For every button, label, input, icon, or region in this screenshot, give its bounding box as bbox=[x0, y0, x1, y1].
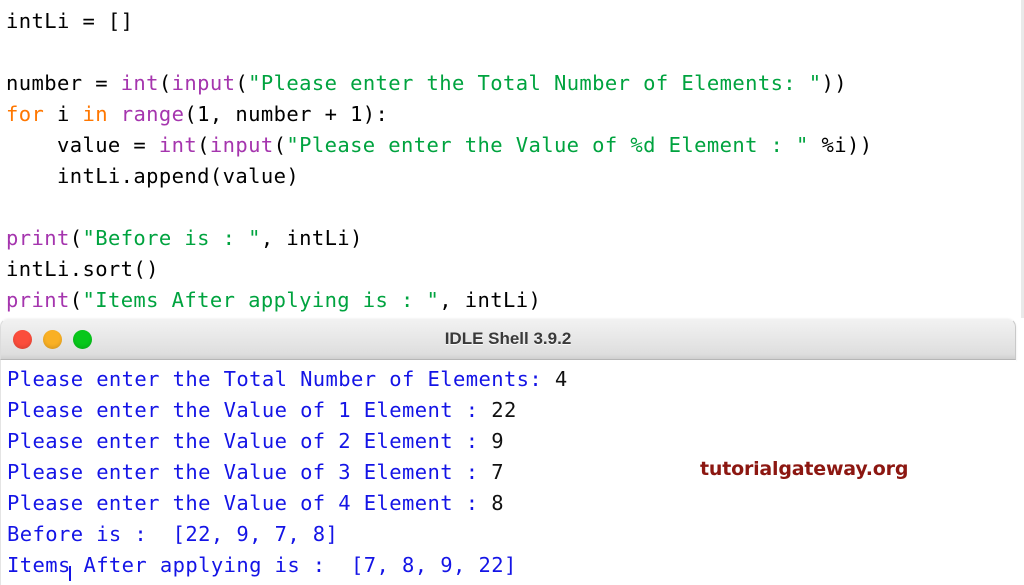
code-token bbox=[108, 102, 121, 126]
screenshot-root: intLi = []number = int(input("Please ent… bbox=[0, 0, 1024, 585]
code-token: intLi = [] bbox=[6, 9, 133, 33]
shell-line: Please enter the Total Number of Element… bbox=[7, 366, 568, 392]
code-token: input bbox=[172, 71, 236, 95]
code-token: "Items After applying is : " bbox=[82, 288, 439, 312]
shell-user-input: 8 bbox=[491, 491, 504, 515]
code-token: ( bbox=[274, 133, 287, 157]
code-token: print bbox=[6, 226, 70, 250]
code-token: ( bbox=[235, 71, 248, 95]
code-token: i bbox=[44, 102, 82, 126]
shell-user-input: 9 bbox=[491, 429, 504, 453]
shell-prompt-text: Please enter the Value of 4 Element : bbox=[7, 491, 491, 515]
shell-prompt-text: Before is : [22, 9, 7, 8] bbox=[7, 522, 338, 546]
code-token: (1, number + 1): bbox=[184, 102, 388, 126]
code-token: intLi.append(value) bbox=[6, 164, 299, 188]
code-token: input bbox=[210, 133, 274, 157]
code-token: print bbox=[6, 288, 70, 312]
code-token: value = bbox=[6, 133, 159, 157]
code-token: "Before is : " bbox=[82, 226, 260, 250]
shell-line: Items After applying is : [7, 8, 9, 22] bbox=[7, 552, 517, 578]
shell-line: Please enter the Value of 3 Element : 7 bbox=[7, 459, 504, 485]
code-token: int bbox=[159, 133, 197, 157]
code-token: ( bbox=[70, 226, 83, 250]
code-line: number = int(input("Please enter the Tot… bbox=[6, 70, 847, 96]
code-token: , intLi) bbox=[439, 288, 541, 312]
window-title: IDLE Shell 3.9.2 bbox=[1, 329, 1015, 349]
shell-title-bar[interactable]: IDLE Shell 3.9.2 bbox=[0, 318, 1016, 360]
python-code-editor[interactable]: intLi = []number = int(input("Please ent… bbox=[0, 0, 1024, 318]
shell-user-input: 7 bbox=[491, 460, 504, 484]
shell-prompt-text: Please enter the Value of 3 Element : bbox=[7, 460, 491, 484]
code-line: for i in range(1, number + 1): bbox=[6, 101, 388, 127]
code-token: %i)) bbox=[809, 133, 873, 157]
code-line: intLi = [] bbox=[6, 8, 133, 34]
shell-prompt-text: Items After applying is : [7, 8, 9, 22] bbox=[7, 553, 517, 577]
shell-line: Please enter the Value of 4 Element : 8 bbox=[7, 490, 504, 516]
shell-user-input: 4 bbox=[555, 367, 568, 391]
code-token: range bbox=[121, 102, 185, 126]
code-line: intLi.sort() bbox=[6, 256, 159, 282]
code-line: print("Items After applying is : ", intL… bbox=[6, 287, 541, 313]
shell-line: Please enter the Value of 1 Element : 22 bbox=[7, 397, 517, 423]
shell-line: Please enter the Value of 2 Element : 9 bbox=[7, 428, 504, 454]
idle-shell-window: IDLE Shell 3.9.2 Please enter the Total … bbox=[0, 318, 1016, 585]
code-line: print("Before is : ", intLi) bbox=[6, 225, 363, 251]
code-token: "Please enter the Value of %d Element : … bbox=[286, 133, 808, 157]
code-token: )) bbox=[822, 71, 847, 95]
code-line: value = int(input("Please enter the Valu… bbox=[6, 132, 873, 158]
shell-user-input: 22 bbox=[491, 398, 516, 422]
shell-prompt-text: Please enter the Total Number of Element… bbox=[7, 367, 555, 391]
code-token: ( bbox=[70, 288, 83, 312]
shell-line: Before is : [22, 9, 7, 8] bbox=[7, 521, 338, 547]
site-watermark: tutorialgateway.org bbox=[700, 458, 908, 480]
code-token: , intLi) bbox=[261, 226, 363, 250]
code-token: ( bbox=[159, 71, 172, 95]
code-token: number = bbox=[6, 71, 121, 95]
shell-prompt-text: Please enter the Value of 1 Element : bbox=[7, 398, 491, 422]
code-token: in bbox=[82, 102, 107, 126]
code-line: intLi.append(value) bbox=[6, 163, 299, 189]
code-token: for bbox=[6, 102, 44, 126]
text-cursor bbox=[69, 566, 71, 581]
code-token: int bbox=[121, 71, 159, 95]
code-token: "Please enter the Total Number of Elemen… bbox=[248, 71, 821, 95]
shell-prompt-text: Please enter the Value of 2 Element : bbox=[7, 429, 491, 453]
code-token: ( bbox=[197, 133, 210, 157]
code-token: intLi.sort() bbox=[6, 257, 159, 281]
